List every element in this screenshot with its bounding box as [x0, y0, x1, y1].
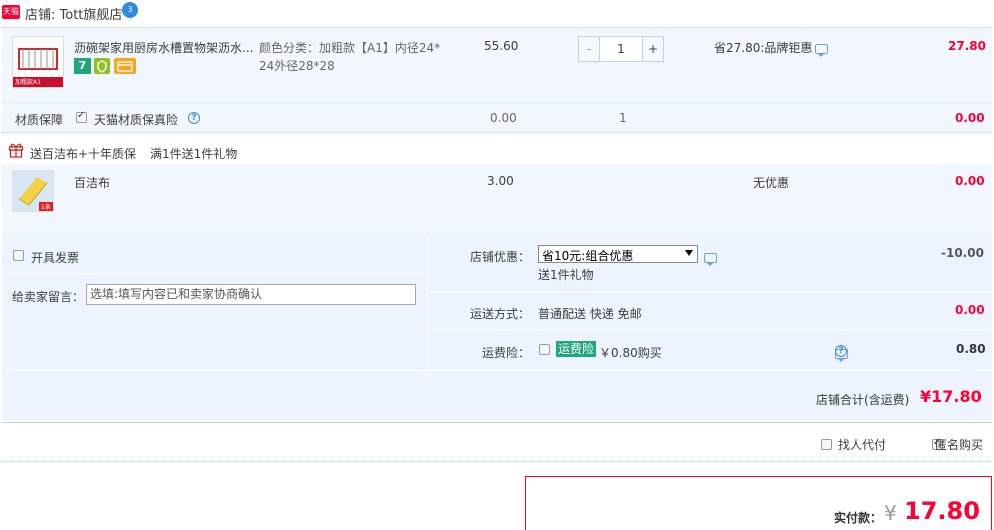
item-unit-price: 55.60: [484, 39, 519, 53]
pay-currency: ¥: [884, 501, 897, 525]
shop-discount-select[interactable]: 省10元:组合优惠: [538, 245, 698, 263]
thumb-caption: 加粗款A1: [15, 79, 41, 86]
section-divider: [2, 422, 992, 423]
invoice-section: 开具发票: [2, 236, 427, 274]
seven-day-return-icon[interactable]: 7: [74, 58, 91, 74]
shop-name-link[interactable]: 店铺: Tott旗舰店: [25, 4, 122, 23]
gift-name-link[interactable]: 百洁布: [74, 174, 110, 191]
shop-header: 天猫 店铺: Tott旗舰店 3: [0, 0, 994, 26]
freight-insurance-label: 运费险：: [482, 346, 531, 360]
quantity-plus-button[interactable]: +: [642, 36, 664, 62]
sku-line-2: 24外径28*28: [259, 59, 335, 73]
gift-header-title: 送百洁布+十年质保: [30, 147, 137, 161]
freight-insurance-value: ￥0.80购买: [599, 346, 662, 360]
gift-promo: 无优惠: [753, 176, 790, 190]
gift-thumb-caption: 1条: [41, 204, 51, 211]
freight-insurance-section: 运费险： 运费险 ￥0.80购买 ? 0.80: [428, 330, 992, 370]
gift-price: 3.00: [487, 174, 514, 188]
shop-discount-selected: 省10元:组合优惠: [542, 249, 634, 263]
seller-message-input[interactable]: 选填:填写内容已和卖家协商确认: [86, 284, 416, 305]
insurance-qty: 1: [619, 111, 627, 125]
insurance-option: 天猫材质保真险: [94, 113, 179, 127]
proxy-pay-checkbox[interactable]: [821, 439, 832, 450]
order-options: 开具发票 给卖家留言： 选填:填写内容已和卖家协商确认 店铺优惠： 省10元:组…: [2, 236, 992, 420]
footer-divider: [2, 461, 992, 462]
shipping-amount: 0.00: [955, 303, 985, 317]
insurance-price: 0.00: [490, 111, 517, 125]
sku-line-1: 颜色分类：加粗款【A1】内径24*: [259, 41, 441, 55]
gift-icon: [8, 143, 24, 158]
freight-insurance-checkbox[interactable]: [539, 344, 550, 355]
item-row: 加粗款A1 沥碗架家用厨房水槽置物架沥水... 7 颜色分类：加粗款【A1】内径…: [2, 27, 992, 102]
payment-options: 找人代付 匿名购买: [2, 424, 992, 462]
chevron-down-icon: [685, 250, 693, 256]
shop-discount-subtext: 送1件礼物: [538, 268, 594, 282]
subtotal-section: 店铺合计(含运费) ¥17.80: [2, 370, 992, 420]
payment-total-box: 实付款： ¥ 17.80: [525, 476, 992, 530]
quantity-stepper: - 1 +: [578, 36, 664, 62]
message-section: 给卖家留言： 选填:填写内容已和卖家协商确认: [2, 274, 427, 370]
gift-rule: 满1件送1件礼物: [150, 147, 238, 161]
insurance-checkbox[interactable]: [76, 110, 87, 123]
freight-help-icon[interactable]: ?: [835, 345, 847, 357]
gift-thumbnail[interactable]: 1条: [12, 170, 54, 212]
item-thumbnail[interactable]: 加粗款A1: [12, 36, 64, 88]
pay-amount: 17.80: [904, 497, 980, 525]
subtotal-label: 店铺合计(含运费): [816, 393, 910, 407]
proxy-pay-label[interactable]: 找人代付: [838, 436, 886, 453]
subtotal-amount: ¥17.80: [920, 387, 982, 406]
promo-message-icon[interactable]: [815, 43, 828, 57]
anonymous-label[interactable]: 匿名购买: [935, 436, 983, 453]
item-total-price: 27.80: [948, 39, 986, 53]
pay-label: 实付款：: [834, 511, 883, 525]
item-title-link[interactable]: 沥碗架家用厨房水槽置物架沥水...: [74, 39, 253, 56]
quantity-minus-button[interactable]: -: [578, 36, 600, 62]
help-icon[interactable]: ?: [188, 112, 200, 124]
shipping-label: 运送方式：: [470, 307, 531, 321]
invoice-label: 开具发票: [31, 251, 80, 265]
invoice-checkbox[interactable]: [13, 250, 24, 261]
insurance-row: 材质保障 天猫材质保真险 ? 0.00 1 0.00: [2, 102, 992, 132]
gift-header: 送百洁布+十年质保 满1件送1件礼物: [2, 132, 992, 164]
tmall-logo: 天猫: [2, 5, 20, 19]
freight-insurance-tag: 运费险: [556, 341, 597, 357]
quantity-input[interactable]: 1: [599, 36, 643, 62]
gift-row: 1条 百洁布 3.00 无优惠 0.00: [2, 164, 992, 236]
wangwang-chat-icon[interactable]: 3: [122, 2, 138, 18]
shop-discount-section: 店铺优惠： 省10元:组合优惠 送1件礼物 -10.00: [428, 236, 992, 292]
shipping-section: 运送方式： 普通配送 快递 免邮 0.00: [428, 292, 992, 330]
insurance-label: 材质保障: [15, 113, 64, 127]
freight-insurance-amount: 0.80: [956, 342, 986, 356]
shop-discount-label: 店铺优惠：: [470, 250, 531, 264]
insurance-total: 0.00: [955, 111, 985, 125]
credit-card-icon[interactable]: [114, 58, 136, 74]
message-label: 给卖家留言：: [12, 290, 85, 304]
item-promo-text: 省27.80:品牌钜惠: [714, 41, 813, 55]
shipping-value: 普通配送 快递 免邮: [538, 307, 642, 321]
shield-icon[interactable]: [94, 58, 110, 74]
discount-message-icon[interactable]: [704, 252, 717, 266]
shop-discount-amount: -10.00: [941, 246, 984, 260]
gift-total: 0.00: [955, 174, 985, 188]
